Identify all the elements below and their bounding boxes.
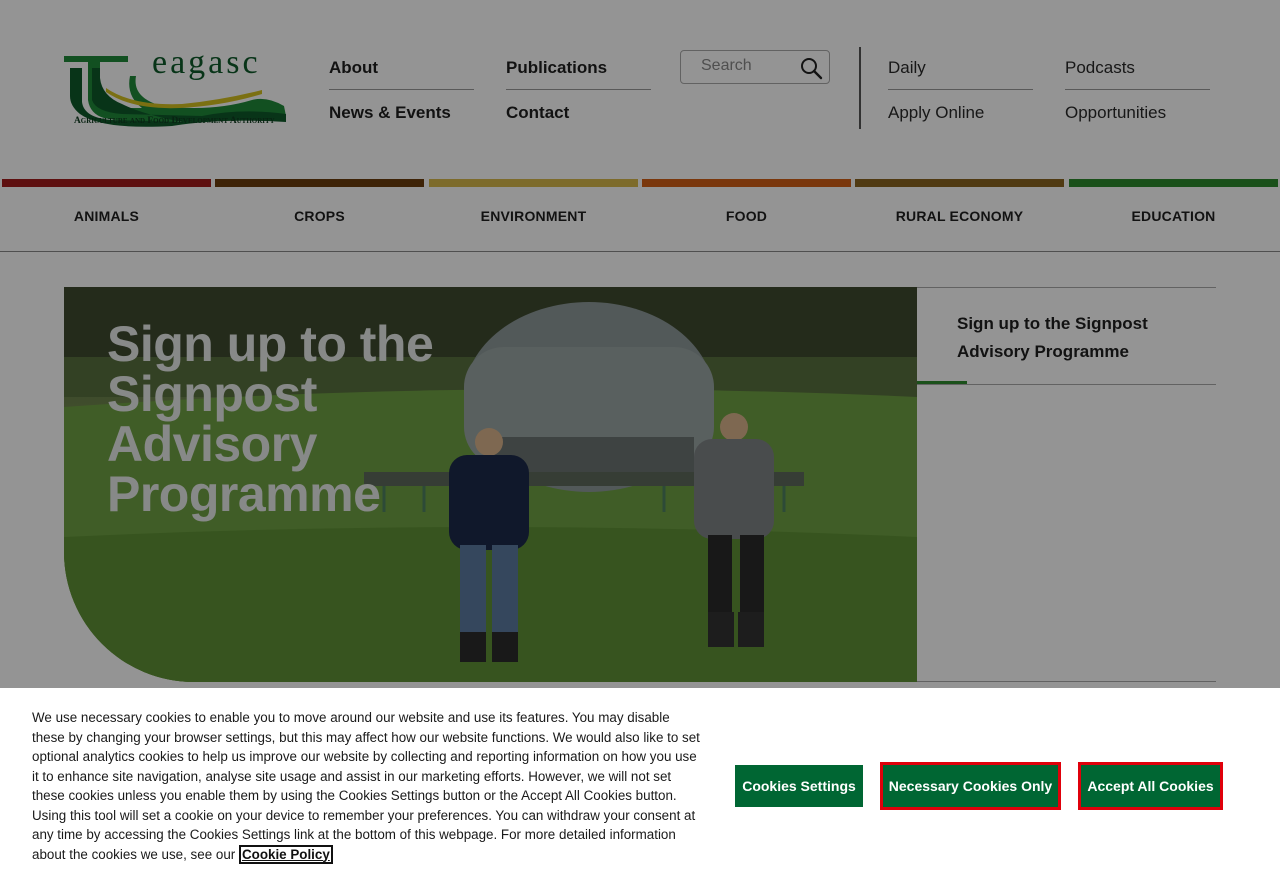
cookie-policy-link[interactable]: Cookie Policy bbox=[238, 844, 333, 864]
cookie-description: We use necessary cookies to enable you t… bbox=[32, 710, 700, 862]
cookies-settings-button[interactable]: Cookies Settings bbox=[735, 765, 863, 807]
accept-all-cookies-button[interactable]: Accept All Cookies bbox=[1078, 762, 1223, 810]
cookie-text: We use necessary cookies to enable you t… bbox=[32, 708, 704, 864]
cookie-banner: We use necessary cookies to enable you t… bbox=[0, 688, 1280, 887]
necessary-cookies-only-button[interactable]: Necessary Cookies Only bbox=[880, 762, 1061, 810]
